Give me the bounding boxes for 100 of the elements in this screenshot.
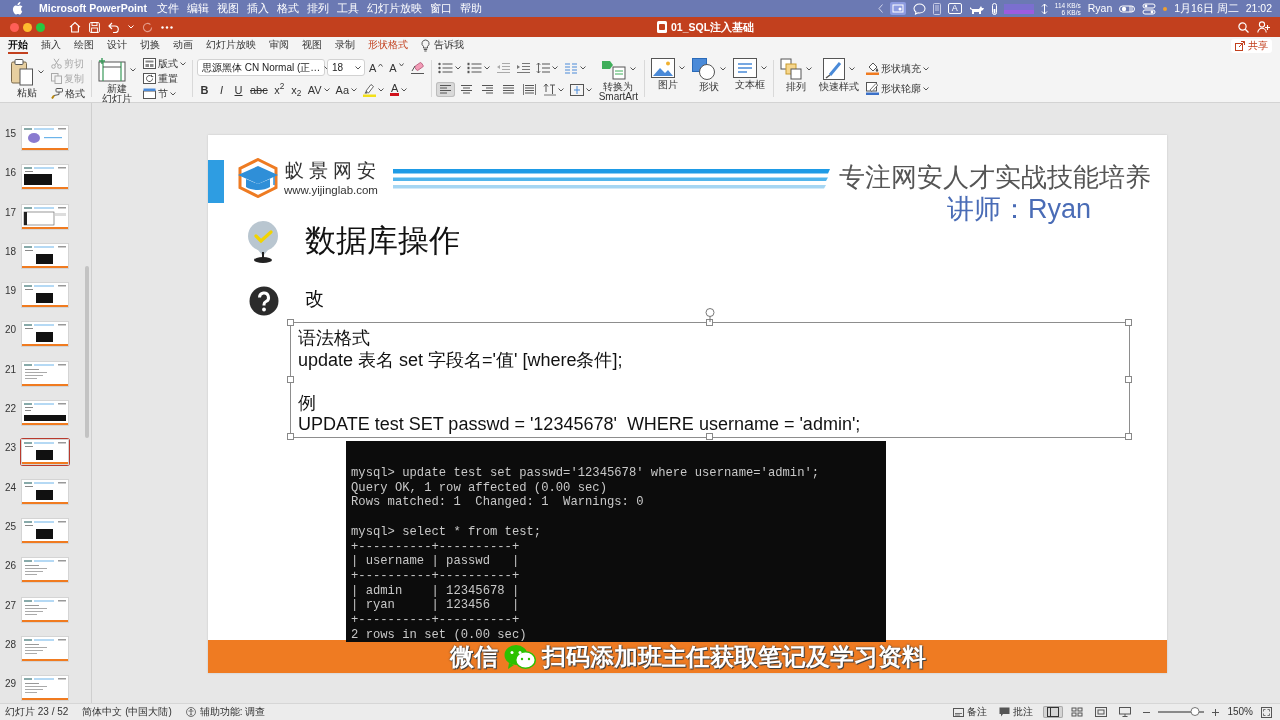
paste-button[interactable]: 粘贴 <box>8 56 46 101</box>
language-indicator[interactable]: 简体中文 (中国大陆) <box>82 706 172 718</box>
menu-item[interactable]: 文件 <box>156 2 179 15</box>
format-painter-button[interactable]: 格式 <box>49 88 87 99</box>
slide-thumbnail[interactable] <box>20 556 70 585</box>
menu-item[interactable]: 视图 <box>216 2 239 15</box>
resize-handle[interactable] <box>287 376 294 383</box>
resize-handle[interactable] <box>706 433 713 440</box>
slide-thumbnail[interactable] <box>20 281 70 310</box>
resize-handle[interactable] <box>1125 433 1132 440</box>
clock-text[interactable]: 21:02 <box>1245 2 1272 15</box>
underline-button[interactable]: U <box>231 84 246 95</box>
ribbon-tab[interactable]: 设计 <box>107 38 127 54</box>
slide-thumbnail[interactable] <box>20 163 70 192</box>
arrange-button[interactable]: 排列 <box>778 56 815 101</box>
share-button[interactable]: 共享 <box>1231 39 1272 53</box>
grow-font-button[interactable]: A <box>367 62 386 73</box>
zoom-in-icon[interactable] <box>1212 708 1220 716</box>
shrink-font-button[interactable]: A <box>387 62 406 73</box>
normal-view-button[interactable] <box>1043 706 1064 718</box>
comments-button[interactable]: 批注 <box>997 706 1036 718</box>
bullets-button[interactable] <box>435 61 463 74</box>
document-icon[interactable] <box>932 2 941 15</box>
undo-icon[interactable] <box>108 21 120 33</box>
character-spacing-button[interactable]: AV <box>305 84 332 95</box>
accessibility-status[interactable]: 辅助功能: 调查 <box>185 706 266 718</box>
menu-item[interactable]: 格式 <box>276 2 299 15</box>
resize-handle[interactable] <box>287 433 294 440</box>
minimize-button[interactable] <box>23 22 32 32</box>
input-source-indicator[interactable]: A <box>947 3 962 14</box>
align-left-button[interactable] <box>435 82 455 97</box>
highlight-button[interactable] <box>361 82 387 97</box>
align-text-button[interactable] <box>567 83 594 96</box>
app-menu[interactable]: Microsoft PowerPoint <box>39 2 147 15</box>
subscript-button[interactable]: x$_{2}$ <box>288 84 304 95</box>
menu-item[interactable]: 插入 <box>246 2 269 15</box>
menu-item[interactable]: 编辑 <box>186 2 209 15</box>
new-slide-button[interactable]: 新建 幻灯片 <box>96 56 138 101</box>
superscript-button[interactable]: x$^{2}$ <box>271 84 287 95</box>
slide-thumbnail[interactable] <box>20 202 70 231</box>
toggle-icon[interactable] <box>1119 3 1136 14</box>
chevron-left-icon[interactable] <box>877 4 883 13</box>
apple-icon[interactable] <box>12 2 23 15</box>
scrollbar[interactable] <box>85 266 89 438</box>
menu-item[interactable]: 幻灯片放映 <box>366 2 422 15</box>
shape-fill-button[interactable]: 形状填充 <box>864 62 932 75</box>
resize-handle[interactable] <box>287 319 294 326</box>
slide-thumbnail[interactable] <box>20 477 70 506</box>
ribbon-tab[interactable]: 视图 <box>302 38 322 54</box>
smartart-button[interactable]: 转换为 SmartArt <box>596 56 641 101</box>
slide-thumbnail[interactable] <box>20 674 70 703</box>
menu-item[interactable]: 帮助 <box>459 2 482 15</box>
slide-thumbnail[interactable] <box>20 359 70 388</box>
ribbon-tab[interactable]: 幻灯片放映 <box>206 38 256 54</box>
zoom-slider-thumb[interactable] <box>1190 707 1200 716</box>
menu-item[interactable]: 窗口 <box>429 2 452 15</box>
italic-button[interactable]: I <box>214 84 229 95</box>
slide-thumbnail[interactable] <box>20 399 70 428</box>
font-name-dropdown[interactable]: 思源黑体 CN Normal (正… <box>197 59 325 76</box>
notes-button[interactable]: 备注 <box>951 706 990 718</box>
chat-bubble-icon[interactable] <box>912 2 926 15</box>
text-box-button[interactable]: 文本框 <box>731 56 770 101</box>
ribbon-tab[interactable]: 插入 <box>41 38 61 54</box>
ribbon-tab[interactable]: 切换 <box>140 38 160 54</box>
resize-handle[interactable] <box>706 319 713 326</box>
user-name[interactable]: Ryan <box>1087 2 1113 15</box>
layout-button[interactable]: 版式 <box>141 58 188 69</box>
resize-handle[interactable] <box>1125 376 1132 383</box>
home-icon[interactable] <box>69 21 81 33</box>
slide-thumbnail[interactable] <box>20 516 70 545</box>
ribbon-tab[interactable]: 录制 <box>335 38 355 54</box>
strikethrough-button[interactable]: abc <box>248 84 270 95</box>
screen-share-icon[interactable] <box>889 2 906 15</box>
more-icon[interactable] <box>161 25 173 29</box>
add-person-icon[interactable] <box>1257 21 1270 33</box>
caret-icon[interactable] <box>128 25 134 29</box>
bold-button[interactable]: B <box>197 84 212 95</box>
font-color-button[interactable]: A <box>388 83 410 96</box>
search-icon[interactable] <box>1238 21 1249 33</box>
slide-thumbnail[interactable] <box>20 634 70 663</box>
slide-thumbnail[interactable] <box>20 124 70 152</box>
resize-handle[interactable] <box>1125 319 1132 326</box>
reset-button[interactable]: 重置 <box>141 73 188 84</box>
fit-to-window-icon[interactable] <box>1261 706 1272 718</box>
quick-styles-button[interactable]: 快速样式 <box>817 56 862 101</box>
control-center-icon[interactable] <box>1142 2 1157 15</box>
ribbon-tab[interactable]: 形状格式 <box>368 38 408 54</box>
slide-thumbnail[interactable] <box>20 438 70 467</box>
save-icon[interactable] <box>89 21 100 33</box>
shapes-button[interactable]: 形状 <box>690 56 729 101</box>
section-button[interactable]: 节 <box>141 88 188 99</box>
picture-button[interactable]: 图片 <box>649 56 688 101</box>
ribbon-tab[interactable]: 动画 <box>173 38 193 54</box>
ribbon-tab[interactable]: 审阅 <box>269 38 289 54</box>
ribbon-tab[interactable]: 绘图 <box>74 38 94 54</box>
date-text[interactable]: 1月16日 周二 <box>1174 2 1239 15</box>
rotate-handle[interactable] <box>705 308 715 322</box>
font-size-dropdown[interactable]: 18 <box>327 59 365 76</box>
menu-item[interactable]: 工具 <box>336 2 359 15</box>
slide-thumbnail[interactable] <box>20 595 70 624</box>
